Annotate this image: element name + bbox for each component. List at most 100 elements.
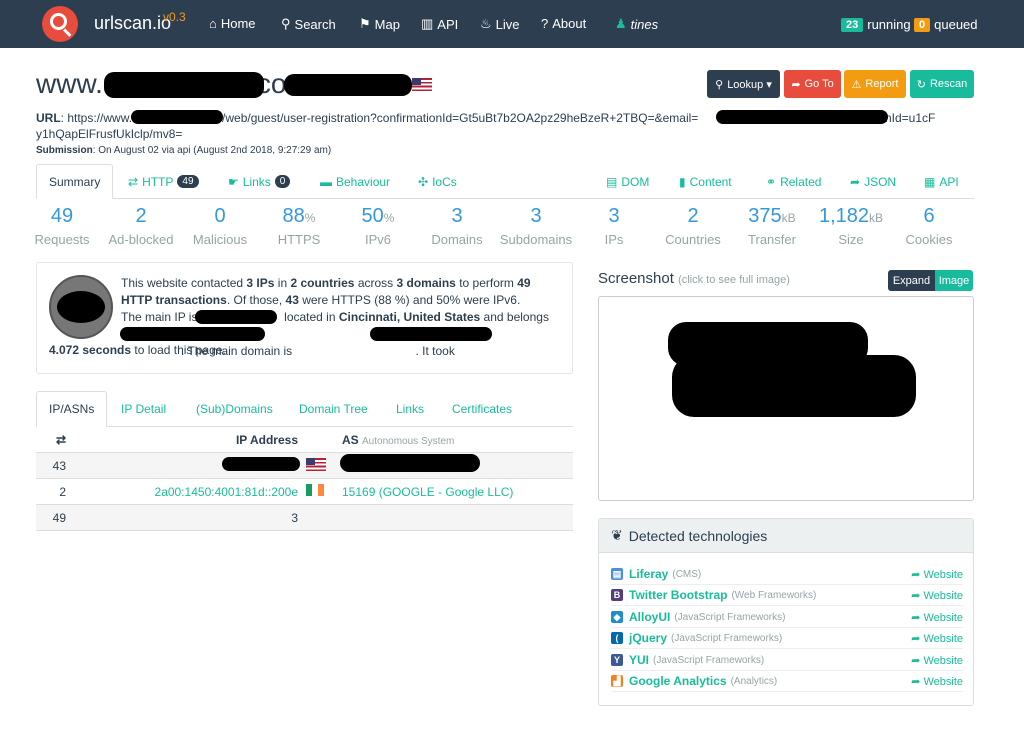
tech-name[interactable]: Google Analytics (629, 674, 727, 688)
refresh-icon: ↻ (916, 78, 926, 91)
tech-row-liferay: ▤ Liferay (CMS) ➦ Website (611, 564, 963, 585)
tab-http[interactable]: ⇄ HTTP 49 (128, 164, 199, 199)
stat-cookies-value: 6 (923, 205, 935, 227)
stat-size-label: Size (838, 232, 864, 247)
tech-name[interactable]: AlloyUI (629, 610, 670, 624)
screenshot-title-text: Screenshot (598, 270, 674, 287)
sort-exchange-icon[interactable]: ⇄ (36, 433, 66, 447)
nav-search[interactable]: ⚲ Search (281, 16, 336, 32)
tab-links[interactable]: ☛ Links 0 (228, 164, 291, 199)
nav-user-label: tines (630, 16, 659, 32)
goto-button[interactable]: ➦ Go To (784, 70, 841, 98)
queued-count-badge: 0 (914, 17, 931, 32)
stat-size-unit: kB (869, 211, 884, 225)
expand-button[interactable]: Expand (888, 270, 935, 291)
redacted-domain (104, 72, 264, 98)
stat-size-value: 1,182 (818, 205, 870, 227)
stat-domains: 3 Domains (417, 205, 497, 247)
stat-ips: 3 IPs (574, 205, 654, 247)
stat-subdomains-value: 3 (530, 205, 542, 227)
tab-json[interactable]: ➦ JSON (850, 164, 896, 199)
crosshair-icon: ✣ (418, 174, 429, 189)
share-icon: ➦ (850, 174, 861, 189)
table-row: 2 2a00:1450:4001:81d::200e 15169 (GOOGLE… (36, 479, 573, 505)
url-part-2: /web/guest/user-registration?confirmatio… (222, 111, 699, 125)
nav-api[interactable]: ▥ API (421, 16, 458, 32)
tech-website-link[interactable]: ➦ Website (911, 654, 963, 667)
nav-live[interactable]: ♨ Live (480, 16, 520, 32)
liferay-icon: ▤ (611, 568, 623, 580)
screenshot-hint: (click to see full image) (678, 274, 790, 286)
tech-name[interactable]: YUI (629, 653, 649, 667)
redacted-main-domain (370, 327, 492, 341)
row-count: 43 (52, 459, 66, 473)
tech-name[interactable]: Liferay (629, 567, 668, 581)
google-analytics-icon: ▟ (611, 675, 623, 687)
subtab-ip-detail[interactable]: IP Detail (121, 391, 166, 427)
tech-website-link[interactable]: ➦ Website (911, 632, 963, 645)
tech-row-jquery: ( jQuery (JavaScript Frameworks) ➦ Websi… (611, 628, 963, 649)
rescan-button[interactable]: ↻ Rescan (910, 70, 974, 98)
subtab-subdomains[interactable]: (Sub)Domains (196, 391, 273, 427)
tech-website-link[interactable]: ➦ Website (911, 589, 963, 602)
tech-category: (Analytics) (730, 675, 778, 687)
running-count-badge: 23 (841, 17, 864, 32)
qrcode-icon: ▦ (924, 174, 936, 189)
total-count: 49 (52, 511, 66, 525)
header-as-sub: Autonomous System (362, 436, 455, 447)
tech-name[interactable]: Twitter Bootstrap (629, 588, 727, 602)
search-icon: ⚲ (281, 16, 291, 31)
tab-api[interactable]: ▦ API (924, 164, 959, 199)
fire-icon: ♨ (480, 16, 492, 31)
tab-iocs[interactable]: ✣ IoCs (418, 164, 457, 199)
subtab-domain-tree[interactable]: Domain Tree (299, 391, 368, 427)
tab-summary[interactable]: Summary (36, 164, 114, 199)
tab-links-label: Links (242, 174, 271, 189)
row-ip[interactable]: 2a00:1450:4001:81d::200e (136, 485, 298, 499)
row-as-text[interactable]: 15169 (GOOGLE - Google LLC) (342, 485, 513, 499)
tech-category: (Web Frameworks) (731, 589, 817, 601)
tech-website-link[interactable]: ➦ Website (911, 611, 963, 624)
user-icon: ♟ (615, 16, 627, 31)
table-row: 43 (36, 453, 573, 479)
tech-website-link[interactable]: ➦ Website (911, 568, 963, 581)
nav-map[interactable]: ⚑ Map (359, 16, 400, 32)
exclamation-icon: ⚠ (851, 78, 862, 91)
nav-about[interactable]: ? About (541, 16, 586, 31)
queued-status: 0 queued (914, 17, 978, 32)
screenshot-title: Screenshot (click to see full image) (598, 270, 790, 287)
stat-malicious-label: Malicious (192, 232, 248, 247)
report-button[interactable]: ⚠ Report (844, 70, 906, 98)
tab-content-label: Content (689, 174, 732, 189)
tech-name[interactable]: jQuery (629, 631, 667, 645)
site-avatar (49, 275, 113, 339)
us-flag-icon (412, 78, 432, 91)
subtab-certificates[interactable]: Certificates (452, 391, 512, 427)
subtab-ip-asns[interactable]: IP/ASNs (36, 391, 108, 427)
lookup-dropdown-button[interactable]: ⚲ Lookup ▾ (707, 70, 780, 98)
tab-related-label: Related (780, 174, 822, 189)
urlscan-logo-icon[interactable] (42, 6, 78, 42)
stat-transfer: 375kB Transfer (732, 205, 812, 247)
tab-behaviour[interactable]: ▬ Behaviour (320, 164, 390, 199)
queued-label: queued (934, 17, 978, 32)
submission-text: : On August 02 via api (August 2nd 2018,… (92, 145, 332, 156)
brand-name[interactable]: urlscan.io (94, 13, 171, 34)
tech-row-google-analytics: ▟ Google Analytics (Analytics) ➦ Website (611, 671, 963, 692)
table-row-total: 49 3 (36, 505, 573, 531)
redacted-owner (120, 327, 265, 341)
tech-panel-title: Detected technologies (628, 527, 768, 544)
nav-user[interactable]: ♟ tines (615, 16, 658, 32)
submission-label: Submission (36, 145, 93, 156)
tab-related[interactable]: ⚭ Related (766, 164, 821, 199)
tech-website-link[interactable]: ➦ Website (911, 675, 963, 688)
tab-content[interactable]: ▮ Content (679, 164, 732, 199)
image-button[interactable]: Image (935, 270, 973, 291)
row-as[interactable]: 15169 (GOOGLE - Google LLC) (342, 485, 513, 499)
nav-home[interactable]: ⌂ Home (209, 16, 256, 31)
tab-dom[interactable]: ▤ DOM (606, 164, 649, 199)
stat-cookies: 6 Cookies (889, 205, 969, 247)
subtab-links[interactable]: Links (396, 391, 424, 427)
nav-about-label: About (552, 16, 587, 31)
nav-home-label: Home (220, 16, 256, 31)
